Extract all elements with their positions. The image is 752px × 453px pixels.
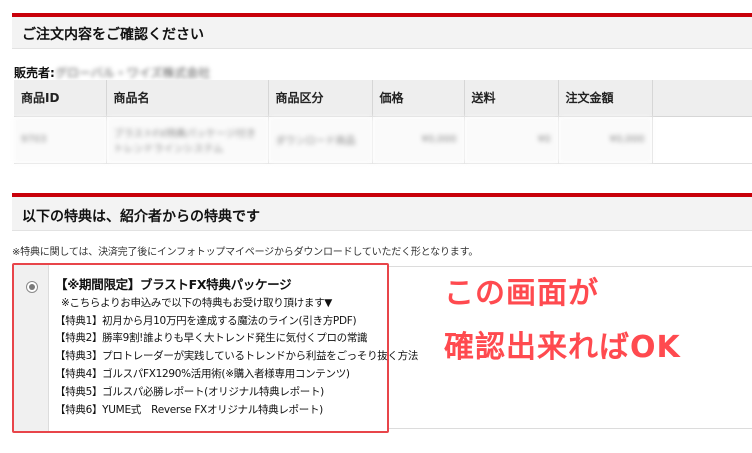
highlight-frame [12,263,389,433]
header-price: 価格 [371,80,464,117]
order-confirmation-page: ご注文内容をご確認ください 販売者:グローバル・ワイズ株式会社 商品ID 商品名… [0,0,752,453]
header-shipping: 送料 [463,80,558,117]
table-header-row: 商品ID 商品名 商品区分 価格 送料 注文金額 [14,80,752,117]
seller-info: 販売者:グローバル・ワイズ株式会社 [14,64,210,81]
seller-label: 販売者: [14,66,55,80]
cell-shipping: ¥0 [463,116,558,163]
annotation-line-2: 確認出来ればOK [444,330,681,365]
header-empty [651,80,752,117]
seller-name: グローバル・ワイズ株式会社 [54,66,211,80]
cell-order-total: ¥0,000 [557,116,652,163]
cell-price: ¥0,000 [371,116,464,163]
cell-product-name: ブラストFX特典パッケージ付き トレンドラインシステム [105,116,268,163]
row-divider-top [389,266,752,267]
header-product-id: 商品ID [14,80,106,117]
order-section-title: ご注文内容をご確認ください [22,27,204,43]
header-product-type: 商品区分 [267,80,372,117]
header-order-total: 注文金額 [557,80,652,117]
order-section-header: ご注文内容をご確認ください [12,13,752,49]
table-row: 9703 ブラストFX特典パッケージ付き トレンドラインシステム ダウンロード商… [14,116,752,163]
bonus-section-title: 以下の特典は、紹介者からの特典です [22,209,260,225]
annotation-line-1: この画面が [444,276,599,311]
cell-product-id: 9703 [14,116,106,163]
order-table: 商品ID 商品名 商品区分 価格 送料 注文金額 9703 ブラストFX特典パッ… [14,80,752,164]
header-product-name: 商品名 [105,80,268,117]
cell-product-type: ダウンロード商品 [267,116,372,163]
bonus-section-header: 以下の特典は、紹介者からの特典です [12,193,752,231]
bonus-note: ※特典に関しては、決済完了後にインフォトップマイページからダウンロードしていただ… [12,247,479,258]
cell-empty [651,116,752,163]
row-divider-bottom [389,428,752,429]
